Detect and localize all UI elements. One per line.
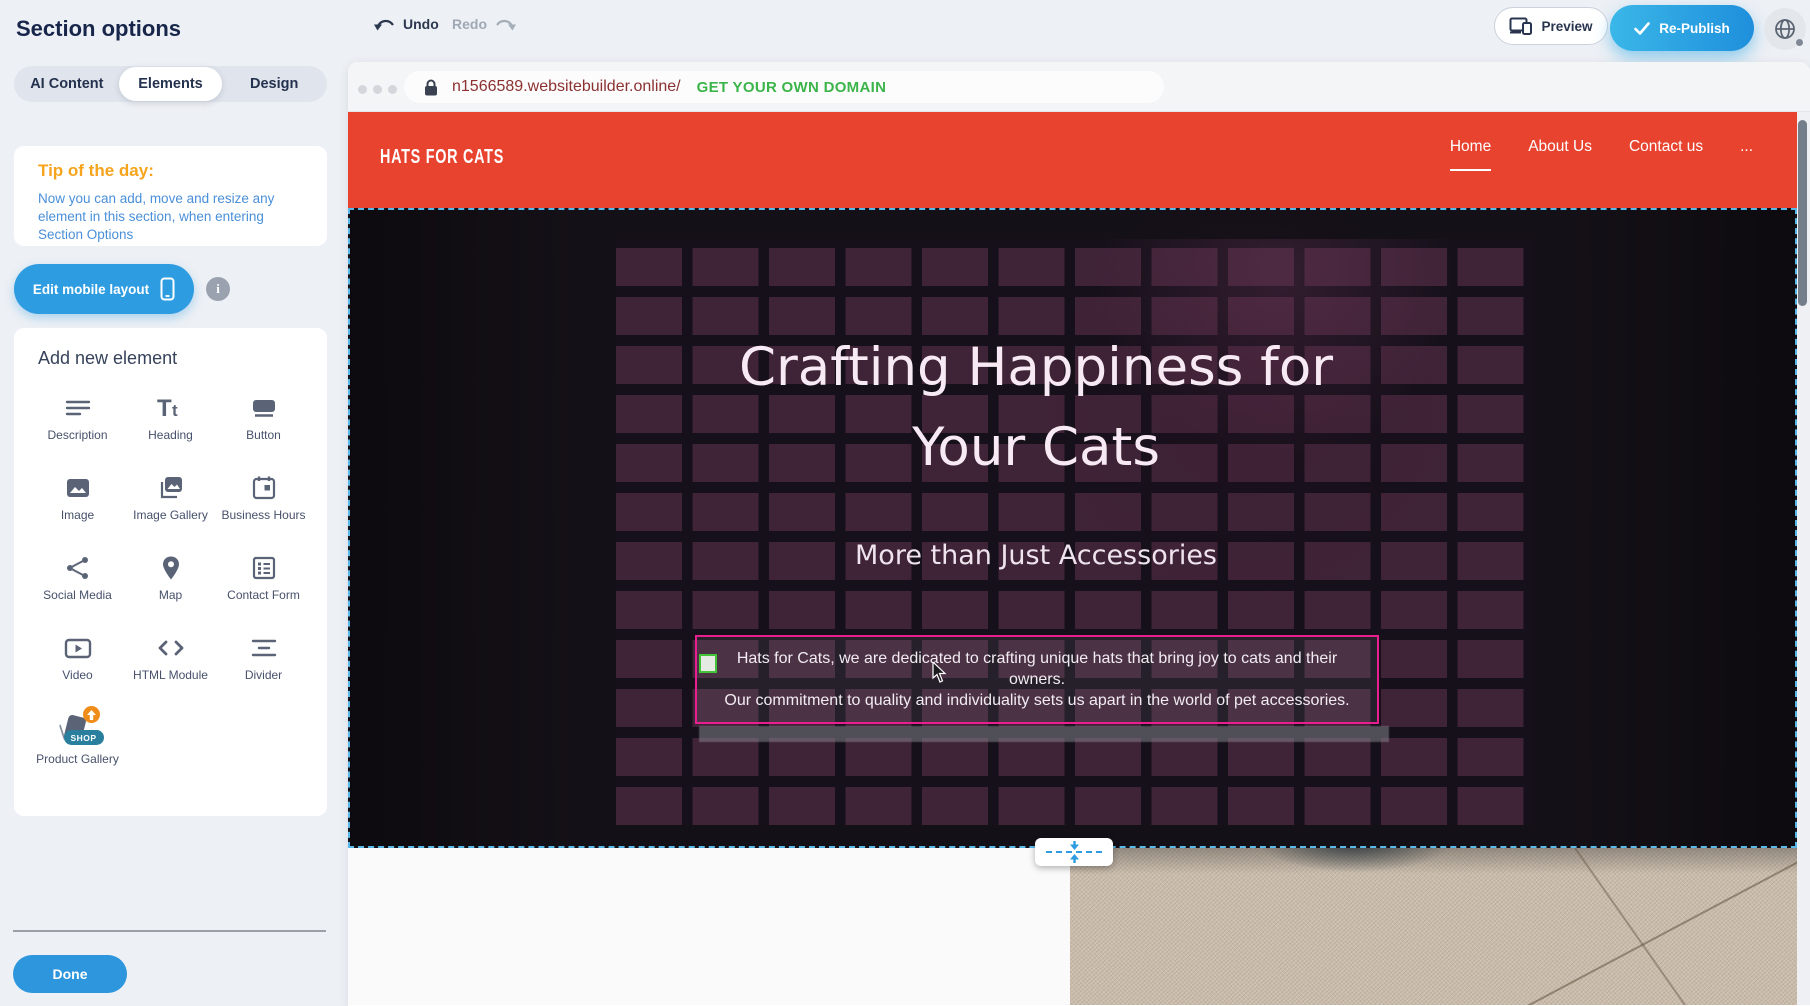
- map-pin-icon: [158, 553, 184, 583]
- site-preview-window: n1566589.websitebuilder.online/ GET YOUR…: [348, 62, 1810, 1006]
- mobile-phone-icon: [160, 277, 175, 301]
- language-globe-button[interactable]: [1764, 8, 1806, 50]
- hero-heading[interactable]: Crafting Happiness for Your Cats: [350, 328, 1722, 488]
- devices-icon: [1509, 17, 1533, 35]
- site-logo[interactable]: HATS FOR CATS: [380, 146, 504, 169]
- element-shadow: [699, 726, 1389, 742]
- element-divider[interactable]: Divider: [217, 633, 310, 713]
- element-description[interactable]: Description: [31, 393, 124, 473]
- scrollbar-thumb[interactable]: [1798, 120, 1807, 306]
- preview-button[interactable]: Preview: [1494, 7, 1608, 45]
- globe-status-dot: [1796, 39, 1803, 46]
- business-hours-icon: [251, 473, 277, 503]
- nav-about-us[interactable]: About Us: [1528, 138, 1592, 169]
- video-icon: [64, 633, 92, 663]
- website-canvas: HATS FOR CATS Home About Us Contact us .…: [348, 112, 1797, 1005]
- nav-contact-us[interactable]: Contact us: [1629, 138, 1703, 169]
- image-gallery-icon: [157, 473, 185, 503]
- done-button[interactable]: Done: [13, 955, 127, 993]
- mouse-cursor: [932, 662, 947, 683]
- element-social-media[interactable]: Social Media: [31, 553, 124, 633]
- edit-mobile-layout-label: Edit mobile layout: [33, 282, 149, 297]
- section-boundary-dash: [1046, 851, 1102, 853]
- upgrade-arrow-icon: [83, 706, 100, 723]
- element-grid: Description Tt Heading Button Image Imag…: [31, 393, 327, 793]
- browser-chrome: n1566589.websitebuilder.online/ GET YOUR…: [348, 62, 1810, 112]
- redo-icon: [494, 17, 516, 32]
- element-video[interactable]: Video: [31, 633, 124, 713]
- tip-card: Tip of the day: Now you can add, move an…: [14, 146, 327, 246]
- contact-form-icon: [251, 553, 277, 583]
- tip-title: Tip of the day:: [38, 161, 303, 181]
- tab-design[interactable]: Design: [222, 67, 326, 101]
- image-icon: [65, 473, 91, 503]
- element-image[interactable]: Image: [31, 473, 124, 553]
- next-section-photo: [1070, 848, 1797, 1005]
- svg-text:T: T: [157, 395, 172, 421]
- element-contact-form[interactable]: Contact Form: [217, 553, 310, 633]
- site-nav: Home About Us Contact us ...: [1450, 138, 1753, 171]
- element-image-gallery[interactable]: Image Gallery: [124, 473, 217, 553]
- element-button[interactable]: Button: [217, 393, 310, 473]
- nav-home[interactable]: Home: [1450, 138, 1491, 171]
- element-heading[interactable]: Tt Heading: [124, 393, 217, 473]
- edit-mobile-layout-button[interactable]: Edit mobile layout: [14, 264, 194, 314]
- selected-text-element[interactable]: Hats for Cats, we are dedicated to craft…: [695, 635, 1379, 724]
- html-module-icon: [157, 633, 185, 663]
- arrow-up-icon: [1068, 854, 1081, 863]
- element-map[interactable]: Map: [124, 553, 217, 633]
- next-section-background: [348, 848, 1070, 1005]
- republish-button[interactable]: Re-Publish: [1610, 5, 1754, 51]
- undo-button[interactable]: Undo: [374, 16, 439, 32]
- element-product-gallery[interactable]: SHOP Product Gallery: [31, 713, 124, 793]
- site-header: HATS FOR CATS Home About Us Contact us .…: [348, 112, 1797, 208]
- page-title: Section options: [16, 16, 181, 42]
- get-domain-link[interactable]: GET YOUR OWN DOMAIN: [697, 79, 887, 96]
- add-element-card: Add new element Description Tt Heading B…: [14, 328, 327, 816]
- shop-badge: SHOP: [64, 730, 104, 745]
- window-dots: [358, 85, 397, 94]
- tab-elements[interactable]: Elements: [119, 67, 223, 101]
- add-element-title: Add new element: [14, 348, 327, 369]
- panel-divider: [13, 930, 326, 932]
- site-url: n1566589.websitebuilder.online/: [452, 78, 681, 96]
- button-icon: [251, 393, 277, 423]
- arrow-down-icon: [1068, 841, 1081, 850]
- hero-section-selected[interactable]: Crafting Happiness for Your Cats More th…: [348, 208, 1797, 848]
- hero-subheading[interactable]: More than Just Accessories: [350, 540, 1722, 571]
- lock-icon: [424, 79, 438, 96]
- element-business-hours[interactable]: Business Hours: [217, 473, 310, 553]
- check-icon: [1634, 22, 1650, 35]
- undo-icon: [374, 17, 396, 32]
- tab-ai-content[interactable]: AI Content: [15, 67, 119, 101]
- heading-icon: Tt: [156, 393, 186, 423]
- social-media-icon: [65, 553, 91, 583]
- tip-body: Now you can add, move and resize any ele…: [38, 190, 300, 244]
- element-html-module[interactable]: HTML Module: [124, 633, 217, 713]
- globe-icon: [1773, 17, 1797, 41]
- description-icon: [65, 393, 91, 423]
- hero-paragraph[interactable]: Hats for Cats, we are dedicated to craft…: [707, 648, 1367, 711]
- product-gallery-icon: SHOP: [58, 713, 98, 747]
- section-resize-handle[interactable]: [1035, 838, 1113, 866]
- section-tabs: AI Content Elements Design: [14, 66, 327, 102]
- info-icon[interactable]: i: [206, 277, 230, 301]
- svg-text:t: t: [172, 401, 178, 420]
- address-bar[interactable]: n1566589.websitebuilder.online/ GET YOUR…: [404, 71, 1164, 103]
- redo-button[interactable]: Redo: [452, 16, 516, 32]
- divider-icon: [251, 633, 277, 663]
- nav-more-icon[interactable]: ...: [1740, 138, 1753, 169]
